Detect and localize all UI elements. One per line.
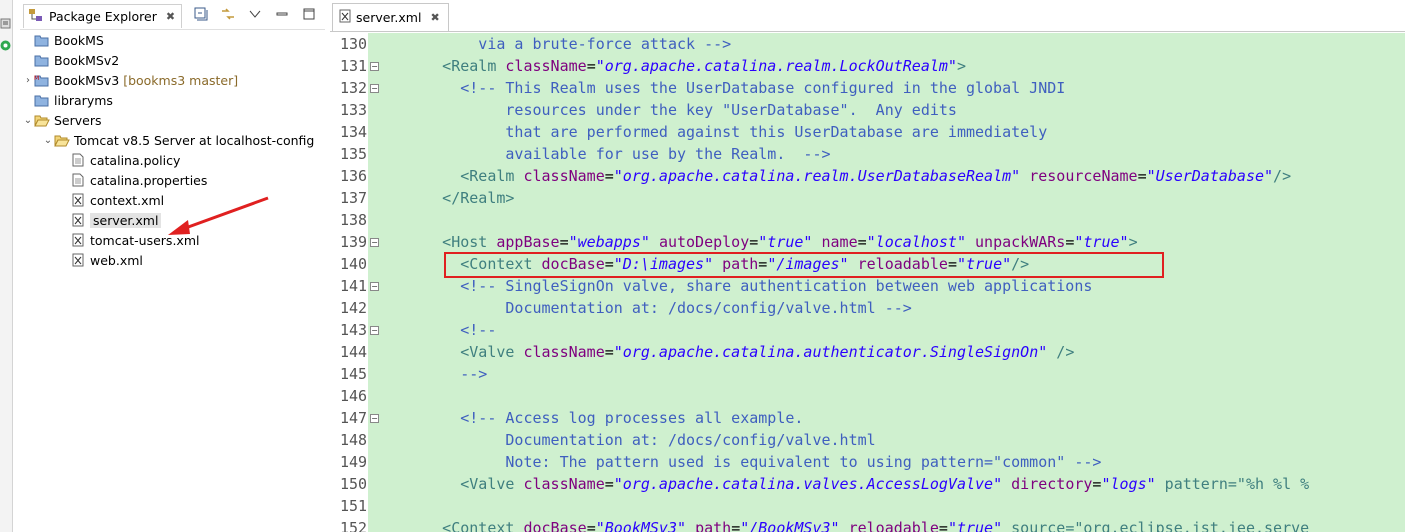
git-branch-decoration: [bookms3 master] — [123, 72, 239, 88]
tree-item-label: server.xml — [90, 212, 162, 228]
package-explorer-icon — [28, 7, 44, 26]
project-folder-icon — [34, 32, 50, 48]
tree-item-bookmsv2[interactable]: BookMSv2 — [22, 50, 119, 70]
tree-item-servers[interactable]: ⌄ Servers — [22, 110, 102, 130]
tree-item-bookmsv3[interactable]: › M BookMSv3 [bookms3 master] — [22, 70, 238, 90]
tree-item-label: catalina.properties — [90, 172, 208, 188]
tree-item-label: BookMSv3 — [54, 72, 120, 88]
code-line[interactable]: Documentation at: /docs/config/valve.htm… — [388, 429, 875, 451]
tree-item-label: Tomcat v8.5 Server at localhost-config — [74, 132, 315, 148]
chevron-down-icon[interactable]: ⌄ — [22, 115, 34, 126]
tree-item-context-xml[interactable]: context.xml — [70, 190, 164, 210]
code-line[interactable]: that are performed against this UserData… — [388, 121, 1047, 143]
tree-item-label: web.xml — [90, 252, 143, 268]
svg-text:M: M — [34, 75, 39, 82]
minimize-icon[interactable] — [274, 6, 290, 22]
code-line[interactable]: <Host appBase="webapps" autoDeploy="true… — [388, 231, 1137, 253]
fold-toggle-icon[interactable]: − — [370, 326, 379, 335]
code-line[interactable]: </Realm> — [388, 187, 514, 209]
chevron-right-icon[interactable]: › — [22, 75, 34, 86]
maximize-icon[interactable] — [301, 6, 317, 22]
tree-item-server-xml[interactable]: server.xml — [70, 210, 162, 230]
run-status-icon[interactable] — [0, 40, 11, 51]
tree-item-label: BookMS — [54, 32, 104, 48]
tree-item-libraryms[interactable]: libraryms — [22, 90, 113, 110]
code-line[interactable]: via a brute-force attack --> — [388, 33, 731, 55]
tree-item-label: libraryms — [54, 92, 113, 108]
link-editor-icon[interactable] — [220, 6, 236, 22]
package-explorer-header: Package Explorer ✖ — [20, 0, 325, 30]
project-folder-icon — [34, 52, 50, 68]
tree-item-catalina-properties[interactable]: catalina.properties — [70, 170, 207, 190]
code-line[interactable]: <Realm className="org.apache.catalina.re… — [388, 55, 966, 77]
tab-package-explorer[interactable]: Package Explorer ✖ — [23, 4, 183, 28]
xml-file-icon — [70, 252, 86, 268]
code-line[interactable]: Documentation at: /docs/config/valve.htm… — [388, 297, 911, 319]
code-line[interactable]: available for use by the Realm. --> — [388, 143, 830, 165]
editor-tab-title: server.xml — [356, 10, 422, 25]
file-icon — [70, 152, 86, 168]
left-trim-strip — [0, 0, 13, 532]
package-explorer-title: Package Explorer — [49, 9, 157, 24]
package-explorer-toolbar — [193, 6, 317, 22]
code-line[interactable]: Note: The pattern used is equivalent to … — [388, 451, 1101, 473]
collapse-all-icon[interactable] — [193, 6, 209, 22]
code-line[interactable]: <Valve className="org.apache.catalina.au… — [388, 341, 1074, 363]
xml-file-icon — [70, 192, 86, 208]
project-folder-icon — [34, 92, 50, 108]
tree-item-label: Servers — [54, 112, 102, 128]
editor-tab-bar: server.xml ✖ — [330, 0, 1405, 32]
launch-icon[interactable] — [0, 18, 11, 29]
xml-file-icon — [339, 9, 351, 26]
tab-server-xml[interactable]: server.xml ✖ — [332, 3, 449, 31]
code-line[interactable]: <Valve className="org.apache.catalina.va… — [388, 473, 1309, 495]
file-icon — [70, 172, 86, 188]
annotation-highlight-box — [444, 252, 1164, 278]
tree-item-web-xml[interactable]: web.xml — [70, 250, 143, 270]
code-line[interactable]: <!-- Access log processes all example. — [388, 407, 803, 429]
package-explorer-view: Package Explorer ✖ BookMS BookMSv2 › M B… — [20, 0, 325, 532]
code-line[interactable]: <!-- This Realm uses the UserDatabase co… — [388, 77, 1065, 99]
chevron-down-icon[interactable]: ⌄ — [42, 135, 54, 146]
code-editor[interactable]: 130 131 132 133 134 135 136 137 138 139 140 141 142 1… — [330, 33, 1405, 532]
annotation-arrow — [168, 196, 269, 235]
tree-item-bookms[interactable]: BookMS — [22, 30, 104, 50]
code-line[interactable]: <!-- SingleSignOn valve, share authentic… — [388, 275, 1092, 297]
view-menu-icon[interactable] — [247, 6, 263, 22]
close-icon[interactable]: ✖ — [430, 11, 439, 24]
open-folder-icon — [54, 132, 70, 148]
fold-toggle-icon[interactable]: − — [370, 84, 379, 93]
code-line[interactable]: <Context docBase="BookMSv3" path="/BookM… — [388, 517, 1309, 532]
code-line[interactable]: <Realm className="org.apache.catalina.re… — [388, 165, 1291, 187]
editor-area: server.xml ✖ 130 131 132 133 134 135 136 137 138… — [330, 0, 1405, 532]
fold-toggle-icon[interactable]: − — [370, 62, 379, 71]
close-icon[interactable]: ✖ — [166, 10, 175, 23]
fold-toggle-icon[interactable]: − — [370, 414, 379, 423]
tree-item-label: context.xml — [90, 192, 165, 208]
xml-file-icon — [70, 212, 86, 228]
tree-item-label: BookMSv2 — [54, 52, 120, 68]
tree-item-label: catalina.policy — [90, 152, 181, 168]
maven-project-icon: M — [34, 72, 50, 88]
fold-toggle-icon[interactable]: − — [370, 238, 379, 247]
tree-item-tomcat-config[interactable]: ⌄ Tomcat v8.5 Server at localhost-config — [42, 130, 315, 150]
tree-item-catalina-policy[interactable]: catalina.policy — [70, 150, 180, 170]
code-line[interactable]: resources under the key "UserDatabase". … — [388, 99, 957, 121]
fold-toggle-icon[interactable]: − — [370, 282, 379, 291]
code-line[interactable]: --> — [388, 363, 487, 385]
code-line[interactable]: <!-- — [388, 319, 496, 341]
open-folder-icon — [34, 112, 50, 128]
xml-file-icon — [70, 232, 86, 248]
